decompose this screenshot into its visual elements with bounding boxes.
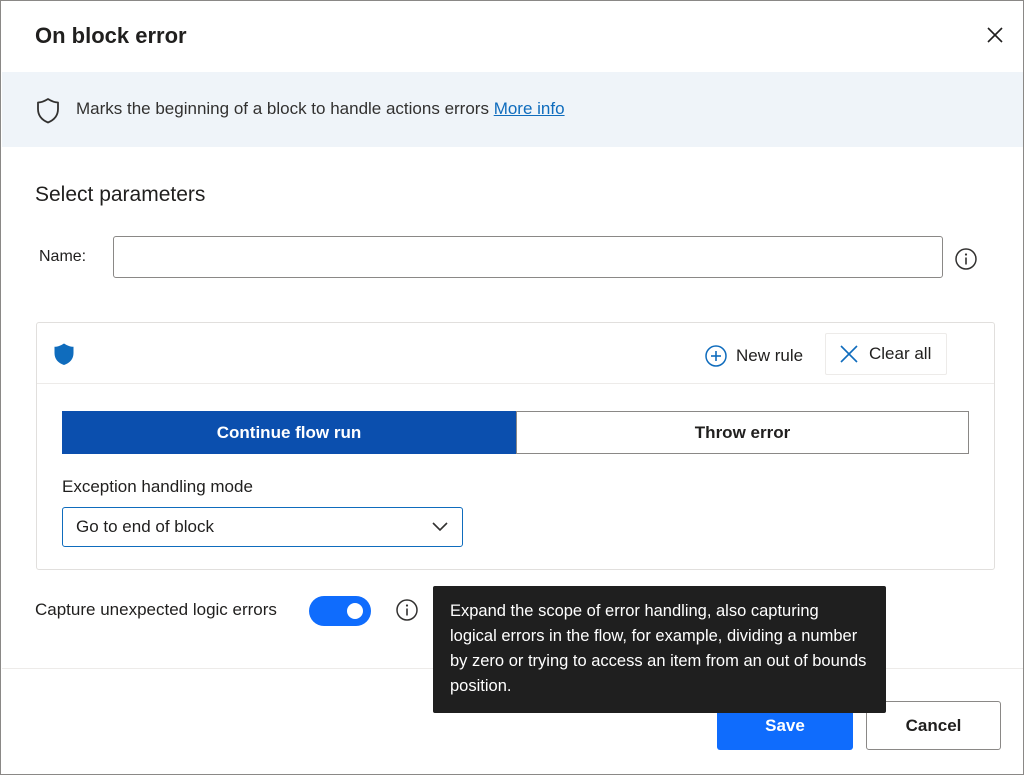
exception-mode-label: Exception handling mode [62, 477, 253, 496]
clear-all-label: Clear all [869, 344, 932, 363]
info-icon[interactable] [954, 247, 978, 271]
capture-errors-tooltip: Expand the scope of error handling, also… [433, 586, 886, 713]
dialog-title: On block error [35, 23, 187, 48]
close-button[interactable] [982, 22, 1008, 48]
capture-logic-errors-label: Capture unexpected logic errors [35, 600, 277, 619]
name-input[interactable] [113, 236, 943, 278]
shield-filled-icon [54, 343, 74, 365]
card-header-divider [37, 383, 994, 384]
new-rule-button[interactable]: New rule [704, 341, 803, 371]
add-circle-icon [705, 345, 727, 367]
info-banner: Marks the beginning of a block to handle… [2, 72, 1023, 147]
clear-all-button[interactable]: Clear all [825, 333, 947, 375]
chevron-down-icon [432, 522, 448, 532]
toggle-knob [347, 603, 363, 619]
error-rules-card: New rule Clear all Continue flow run Thr… [36, 322, 995, 570]
exception-mode-value: Go to end of block [76, 517, 214, 536]
clear-icon [840, 345, 858, 363]
more-info-link[interactable]: More info [494, 99, 565, 118]
capture-logic-errors-toggle[interactable] [309, 596, 371, 626]
info-banner-text: Marks the beginning of a block to handle… [76, 99, 565, 119]
close-icon [987, 27, 1003, 43]
tab-continue-flow-run[interactable]: Continue flow run [62, 411, 516, 454]
info-icon[interactable] [395, 598, 419, 622]
info-banner-description: Marks the beginning of a block to handle… [76, 99, 494, 118]
tab-throw-error[interactable]: Throw error [516, 411, 969, 454]
name-label: Name: [39, 248, 87, 265]
on-block-error-dialog: On block error Marks the beginning of a … [0, 0, 1024, 775]
cancel-button[interactable]: Cancel [866, 701, 1001, 750]
new-rule-label: New rule [736, 346, 804, 365]
exception-mode-dropdown[interactable]: Go to end of block [62, 507, 463, 547]
shield-outline-icon [37, 98, 59, 124]
section-title: Select parameters [35, 183, 206, 206]
